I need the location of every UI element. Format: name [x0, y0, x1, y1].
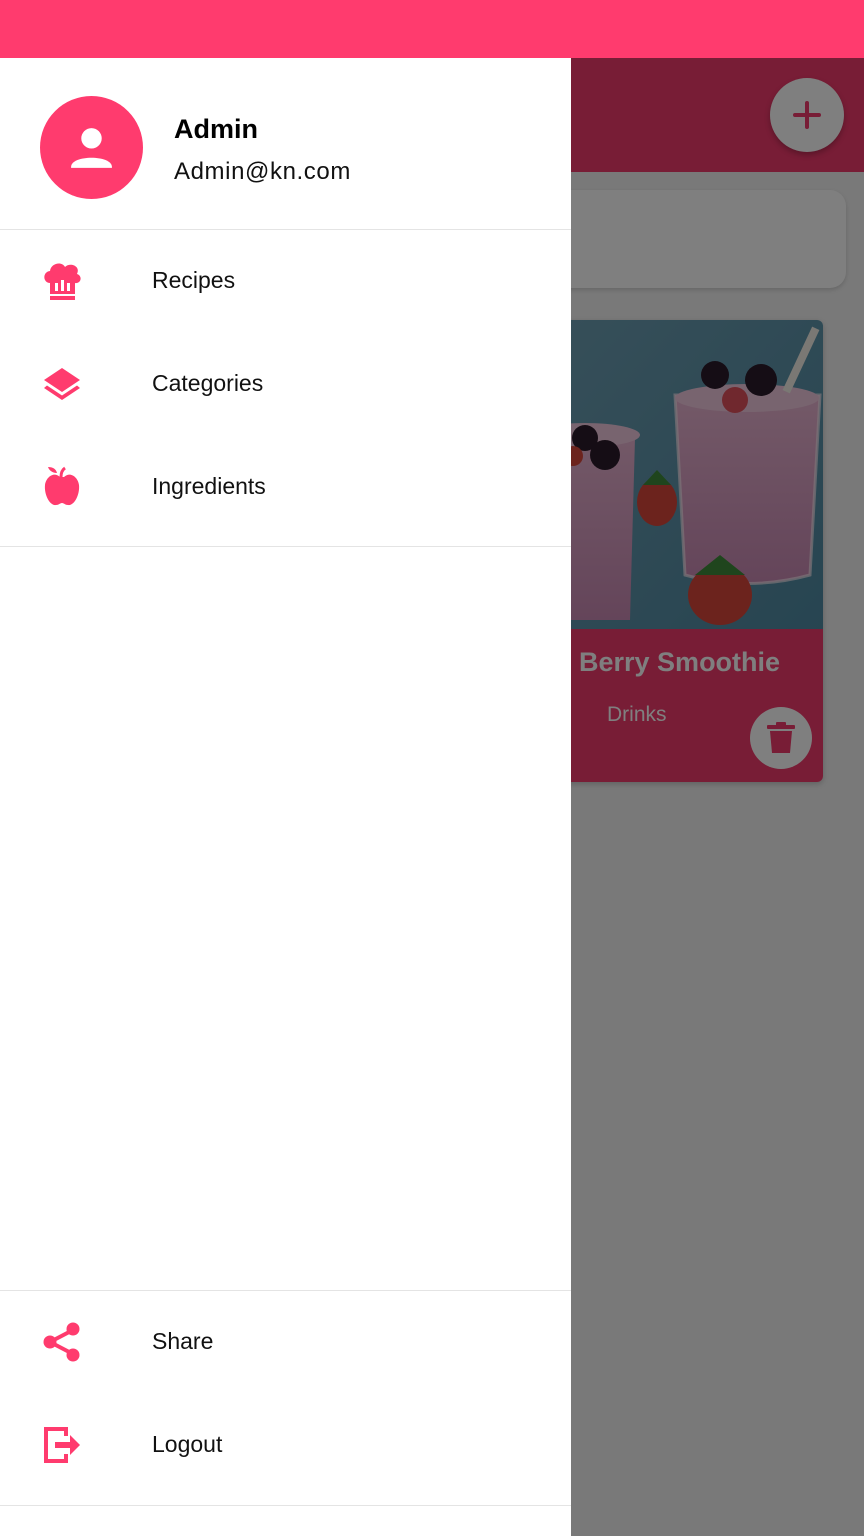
- apple-icon: [44, 466, 80, 506]
- share-icon: [43, 1322, 80, 1362]
- menu-label-ingredients: Ingredients: [152, 473, 266, 499]
- menu-label-share: Share: [152, 1328, 214, 1354]
- menu-item-logout[interactable]: Logout: [0, 1394, 571, 1497]
- avatar: [40, 96, 143, 199]
- menu-item-ingredients[interactable]: Ingredients: [0, 436, 571, 539]
- logout-icon: [44, 1427, 80, 1463]
- user-name: Admin: [174, 114, 258, 144]
- navigation-drawer: Admin Admin@kn.com Recipes Categories In…: [0, 58, 571, 1536]
- person-icon: [71, 128, 112, 168]
- user-email: Admin@kn.com: [174, 158, 351, 185]
- menu-label-recipes: Recipes: [152, 267, 236, 293]
- menu-divider: [0, 1505, 571, 1506]
- menu-item-share[interactable]: Share: [0, 1291, 571, 1394]
- menu-label-logout: Logout: [152, 1431, 223, 1457]
- menu-item-categories[interactable]: Categories: [0, 333, 571, 436]
- menu-label-categories: Categories: [152, 370, 264, 396]
- status-bar: [0, 0, 864, 58]
- drawer-header: Admin Admin@kn.com: [0, 58, 571, 230]
- layers-icon: [44, 368, 80, 400]
- menu-divider: [0, 546, 571, 547]
- menu-item-recipes[interactable]: Recipes: [0, 230, 571, 333]
- chef-hat-icon: [44, 263, 81, 300]
